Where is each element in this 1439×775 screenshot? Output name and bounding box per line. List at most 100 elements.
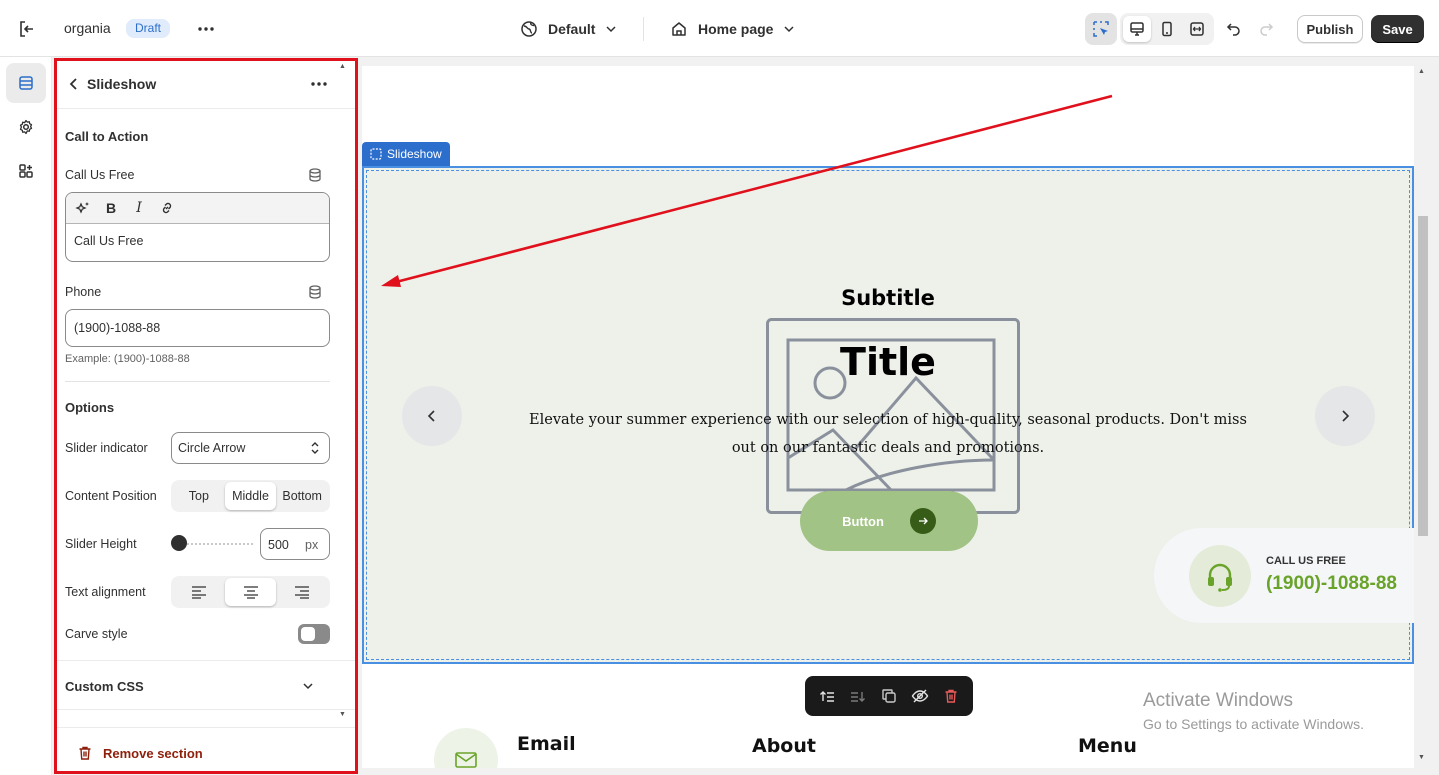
rich-text-toolbar: B I: [66, 193, 329, 224]
select-chevrons-icon: [309, 440, 321, 456]
align-right-icon[interactable]: [276, 578, 328, 606]
left-rail: [0, 57, 52, 775]
scroll-down-icon[interactable]: ▼: [339, 711, 346, 718]
call-us-text[interactable]: Call Us Free: [66, 224, 329, 258]
move-up-icon[interactable]: [816, 685, 838, 707]
more-actions-icon[interactable]: [195, 18, 217, 40]
position-middle-option[interactable]: Middle: [224, 482, 277, 510]
slide-description: Elevate your summer experience with our …: [529, 412, 1247, 456]
panel-title: Slideshow: [87, 76, 157, 92]
slider-indicator-select[interactable]: Circle Arrow: [171, 432, 330, 464]
align-center-icon[interactable]: [224, 578, 277, 606]
slide-subtitle: Subtitle: [841, 286, 935, 310]
slideshow-section[interactable]: Subtitle Title Elevate your summer exper…: [362, 166, 1414, 664]
preview-canvas: Slideshow Subtitle Title Elevate your su…: [362, 66, 1414, 768]
store-name: organia: [64, 20, 111, 36]
text-alignment-label: Text alignment: [65, 585, 146, 599]
remove-section-button[interactable]: Remove section: [77, 745, 203, 761]
custom-css-label: Custom CSS: [65, 679, 144, 694]
slide-prev-button[interactable]: [402, 386, 462, 446]
headset-icon: [1189, 545, 1251, 607]
remove-section-label: Remove section: [103, 745, 203, 761]
divider: [65, 381, 330, 382]
slide-next-button[interactable]: [1315, 386, 1375, 446]
call-us-heading: CALL US FREE: [1266, 555, 1346, 567]
slide-button[interactable]: Button: [800, 491, 978, 551]
divider: [643, 17, 644, 41]
globe-icon: [520, 20, 538, 38]
desktop-icon[interactable]: [1123, 16, 1151, 42]
sections-icon[interactable]: [6, 63, 46, 103]
publish-button[interactable]: Publish: [1297, 15, 1363, 43]
slide-button-label: Button: [842, 513, 884, 529]
carve-style-toggle[interactable]: [298, 624, 330, 644]
email-icon: [434, 728, 498, 768]
dynamic-source-icon[interactable]: [307, 284, 323, 300]
link-icon[interactable]: [158, 199, 176, 217]
section-tag-label: Slideshow: [387, 147, 442, 161]
undo-icon[interactable]: [1218, 13, 1250, 45]
theme-selector[interactable]: Default: [520, 16, 617, 42]
scroll-up-icon[interactable]: ▲: [339, 63, 346, 70]
chevron-down-icon: [605, 23, 617, 35]
watermark-title: Activate Windows: [1143, 690, 1293, 711]
italic-icon[interactable]: I: [130, 199, 148, 217]
move-down-icon[interactable]: [847, 685, 869, 707]
slider-height-thumb[interactable]: [171, 535, 187, 551]
watermark-subtitle: Go to Settings to activate Windows.: [1143, 716, 1364, 732]
theme-label: Default: [548, 21, 596, 37]
page-selector[interactable]: Home page: [670, 16, 795, 42]
align-left-icon[interactable]: [173, 578, 225, 606]
footer-about-heading: About: [752, 735, 816, 757]
phone-help-text: Example: (1900)-1088-88: [65, 353, 190, 365]
call-us-phone: (1900)-1088-88: [1266, 573, 1397, 594]
slider-height-input[interactable]: 500 px: [260, 528, 330, 560]
save-button[interactable]: Save: [1371, 15, 1424, 43]
inspector-icon[interactable]: [1085, 13, 1117, 45]
scroll-up-icon[interactable]: ▲: [1418, 68, 1425, 75]
redo-icon[interactable]: [1250, 13, 1282, 45]
status-badge: Draft: [126, 19, 171, 38]
call-to-action-heading: Call to Action: [65, 129, 149, 144]
footer-email-heading: Email: [517, 733, 576, 755]
settings-icon[interactable]: [6, 107, 46, 147]
page-label: Home page: [698, 21, 774, 37]
content-position-group: Top Middle Bottom: [171, 480, 330, 512]
scroll-down-icon[interactable]: ▼: [1418, 754, 1425, 761]
chevron-down-icon: [301, 679, 315, 693]
slider-indicator-label: Slider indicator: [65, 441, 148, 455]
phone-input[interactable]: [65, 309, 330, 347]
remove-section-row: Remove section: [57, 727, 355, 774]
duplicate-icon[interactable]: [878, 685, 900, 707]
slider-height-value: 500: [268, 538, 289, 552]
dynamic-source-icon[interactable]: [307, 167, 323, 183]
chevron-down-icon: [783, 23, 795, 35]
mobile-icon[interactable]: [1153, 16, 1181, 42]
content-position-label: Content Position: [65, 489, 157, 503]
device-toggle-group: [1120, 13, 1214, 45]
carve-style-label: Carve style: [65, 627, 128, 641]
preview-scrollbar[interactable]: ▲ ▼: [1414, 66, 1432, 768]
scrollbar-thumb[interactable]: [1418, 216, 1428, 536]
exit-icon[interactable]: [16, 18, 38, 40]
panel-header: Slideshow: [57, 61, 355, 109]
position-bottom-option[interactable]: Bottom: [276, 482, 328, 510]
hide-icon[interactable]: [909, 685, 931, 707]
footer-menu-heading: Menu: [1078, 735, 1137, 757]
fullscreen-icon[interactable]: [1183, 16, 1211, 42]
back-arrow-icon[interactable]: [65, 75, 83, 93]
slider-height-label: Slider Height: [65, 537, 137, 551]
windows-activation-watermark: Activate Windows Go to Settings to activ…: [1143, 690, 1364, 732]
ai-sparkle-icon[interactable]: [74, 199, 92, 217]
delete-icon[interactable]: [940, 685, 962, 707]
options-heading: Options: [65, 400, 115, 415]
section-tag[interactable]: Slideshow: [362, 142, 450, 166]
custom-css-collapsible[interactable]: Custom CSS: [57, 660, 355, 710]
bold-icon[interactable]: B: [102, 199, 120, 217]
more-actions-icon[interactable]: [307, 73, 331, 95]
apps-icon[interactable]: [6, 151, 46, 191]
text-alignment-group: [171, 576, 330, 608]
home-icon: [670, 20, 688, 38]
top-bar: organia Draft Default Home page Publish …: [0, 0, 1439, 57]
position-top-option[interactable]: Top: [173, 482, 225, 510]
